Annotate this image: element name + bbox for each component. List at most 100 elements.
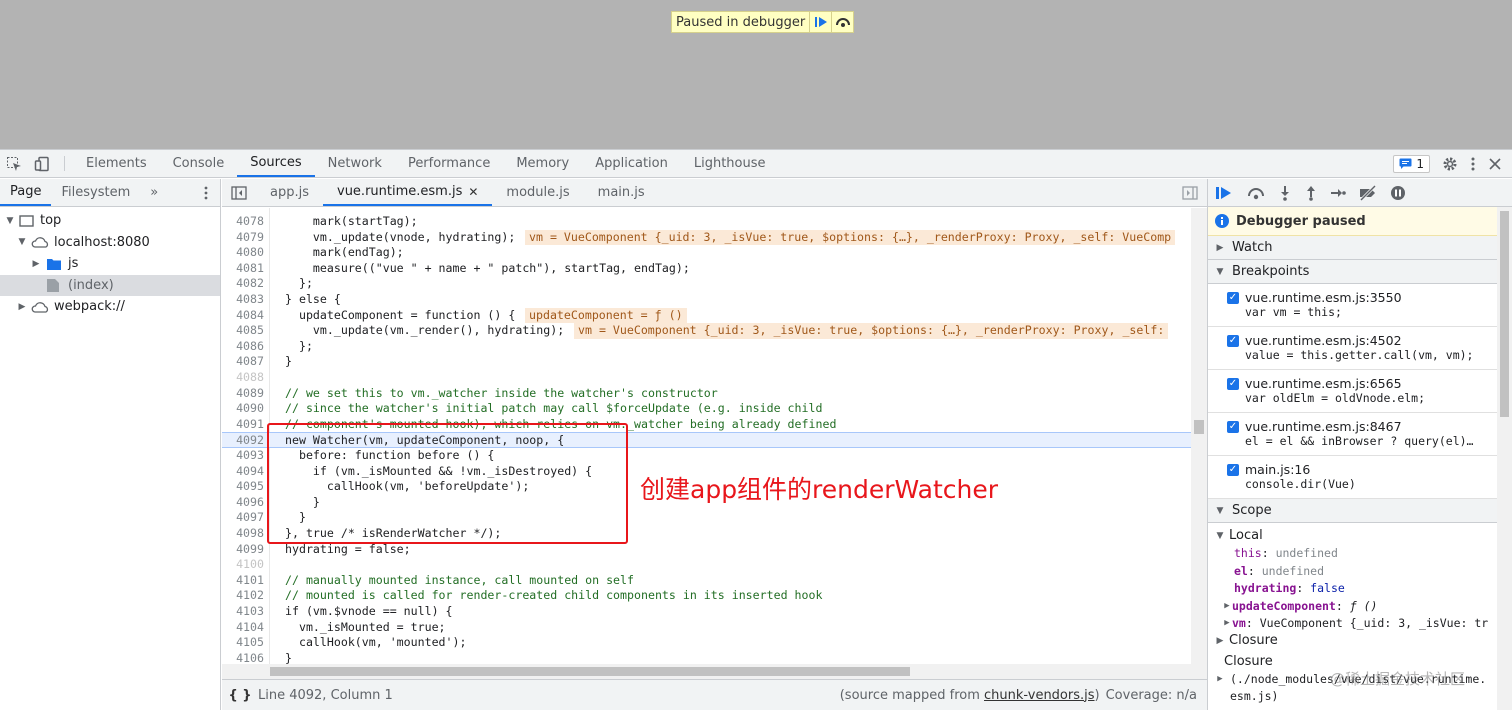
line-number[interactable]: 4098: [222, 526, 264, 542]
issues-button[interactable]: 1: [1393, 154, 1430, 173]
line-number[interactable]: 4103: [222, 604, 264, 620]
breakpoint-checkbox[interactable]: ✓: [1227, 378, 1239, 390]
device-toolbar-button[interactable]: [28, 150, 56, 177]
scope-variable[interactable]: ▶ updateComponent: ƒ (): [1208, 597, 1512, 615]
scope-section-header[interactable]: ▼ Scope: [1208, 499, 1512, 523]
scope-variable[interactable]: this: undefined: [1208, 545, 1512, 563]
line-number[interactable]: 4093: [222, 448, 264, 464]
expand-arrow-icon[interactable]: ▼: [4, 216, 16, 226]
code-line[interactable]: 4082 };: [222, 276, 1191, 292]
expand-arrow-icon[interactable]: ▶: [1222, 601, 1232, 611]
scope-closure-header[interactable]: ▶ Closure: [1208, 632, 1512, 650]
code-line[interactable]: 4106}: [222, 651, 1191, 664]
step-icon[interactable]: [1330, 185, 1346, 201]
code-line[interactable]: 4087}: [222, 354, 1191, 370]
step-over-button[interactable]: [831, 12, 853, 32]
file-tab-app-js[interactable]: app.js: [256, 179, 323, 206]
breakpoint-checkbox[interactable]: ✓: [1227, 421, 1239, 433]
gear-icon[interactable]: [1442, 156, 1458, 172]
watch-section-header[interactable]: ▶ Watch: [1208, 236, 1512, 260]
tree-item-webpack[interactable]: ▶ webpack://: [0, 296, 220, 318]
deactivate-breakpoints-icon[interactable]: [1358, 184, 1378, 201]
tab-sources[interactable]: Sources: [237, 150, 315, 177]
tree-item-js[interactable]: ▶ js: [0, 253, 220, 275]
tab-network[interactable]: Network: [315, 150, 395, 177]
line-number[interactable]: 4083: [222, 292, 264, 308]
file-tab-main-js[interactable]: main.js: [584, 179, 659, 206]
line-number[interactable]: 4085: [222, 323, 264, 339]
code-line[interactable]: 4100: [222, 557, 1191, 573]
code-horizontal-scrollbar[interactable]: [222, 664, 1207, 679]
code-line[interactable]: 4084 updateComponent = function () {upda…: [222, 307, 1191, 324]
source-map-link[interactable]: chunk-vendors.js: [984, 688, 1095, 703]
tab-elements[interactable]: Elements: [73, 150, 160, 177]
navigator-menu-button[interactable]: [192, 179, 220, 206]
line-number[interactable]: 4089: [222, 386, 264, 402]
breakpoint-item[interactable]: ✓ vue.runtime.esm.js:8467 el = el && inBro…: [1208, 413, 1512, 456]
scope-variable[interactable]: hydrating: false: [1208, 580, 1512, 598]
line-number[interactable]: 4095: [222, 479, 264, 495]
code-line[interactable]: 4078 mark(startTag);: [222, 214, 1191, 230]
code-line[interactable]: 4104 vm._isMounted = true;: [222, 620, 1191, 636]
code-line[interactable]: 4103 if (vm.$vnode == null) {: [222, 604, 1191, 620]
breakpoint-item[interactable]: ✓ main.js:16 console.dir(Vue): [1208, 456, 1512, 499]
expand-arrow-icon[interactable]: ▶: [16, 302, 28, 312]
line-number[interactable]: 4092: [222, 433, 264, 449]
collapse-arrow-icon[interactable]: ▶: [1214, 674, 1226, 684]
scope-variable[interactable]: ▶ vm: VueComponent {_uid: 3, _isVue: tr: [1208, 615, 1512, 633]
code-line[interactable]: 4089 // we set this to vm._watcher inside…: [222, 386, 1191, 402]
line-number[interactable]: 4099: [222, 542, 264, 558]
expand-arrow-icon[interactable]: ▶: [30, 259, 42, 269]
tab-memory[interactable]: Memory: [503, 150, 582, 177]
code-line[interactable]: 4085 vm._update(vm._render(), hydrating)…: [222, 323, 1191, 339]
navigator-tab-page[interactable]: Page: [0, 179, 52, 206]
line-number[interactable]: 4090: [222, 401, 264, 417]
line-number[interactable]: 4100: [222, 557, 264, 573]
tab-performance[interactable]: Performance: [395, 150, 503, 177]
code-line[interactable]: 4083} else {: [222, 292, 1191, 308]
scope-variable[interactable]: el: undefined: [1208, 562, 1512, 580]
scrollbar-thumb[interactable]: [1500, 211, 1509, 417]
tab-application[interactable]: Application: [582, 150, 681, 177]
toggle-navigator-button[interactable]: [222, 179, 256, 206]
scope-local-header[interactable]: ▼ Local: [1208, 527, 1512, 545]
code-vertical-scrollbar[interactable]: [1191, 208, 1207, 664]
breakpoint-item[interactable]: ✓ vue.runtime.esm.js:4502 value = this.get…: [1208, 327, 1512, 370]
navigator-tab-filesystem[interactable]: Filesystem: [51, 179, 140, 206]
close-tab-icon[interactable]: ✕: [468, 185, 478, 199]
code-line[interactable]: 4090 // since the watcher's initial patch…: [222, 401, 1191, 417]
breakpoint-checkbox[interactable]: ✓: [1227, 292, 1239, 304]
line-number[interactable]: 4106: [222, 651, 264, 664]
inspect-element-button[interactable]: [0, 150, 28, 177]
line-number[interactable]: 4094: [222, 464, 264, 480]
line-number[interactable]: 4104: [222, 620, 264, 636]
code-line[interactable]: 4081 measure(("vue " + name + " patch"),…: [222, 261, 1191, 277]
tab-console[interactable]: Console: [160, 150, 238, 177]
tree-item-top[interactable]: ▼ top: [0, 210, 220, 232]
breakpoint-item[interactable]: ✓ vue.runtime.esm.js:6565 var oldElm = old…: [1208, 370, 1512, 413]
line-number[interactable]: 4105: [222, 635, 264, 651]
tab-lighthouse[interactable]: Lighthouse: [681, 150, 779, 177]
more-options-icon[interactable]: [1470, 156, 1476, 172]
line-number[interactable]: 4096: [222, 495, 264, 511]
line-number[interactable]: 4091: [222, 417, 264, 433]
scrollbar-thumb[interactable]: [1194, 420, 1204, 434]
step-over-icon[interactable]: [1246, 185, 1266, 201]
tree-item-localhost[interactable]: ▼ localhost:8080: [0, 232, 220, 254]
breakpoint-checkbox[interactable]: ✓: [1227, 335, 1239, 347]
close-icon[interactable]: [1488, 157, 1502, 171]
expand-arrow-icon[interactable]: ▶: [1222, 618, 1232, 628]
code-line[interactable]: 4088: [222, 370, 1191, 386]
tree-item-index[interactable]: (index): [0, 274, 220, 296]
line-number[interactable]: 4081: [222, 261, 264, 277]
line-number[interactable]: 4082: [222, 276, 264, 292]
line-number[interactable]: 4087: [222, 354, 264, 370]
pause-on-exceptions-icon[interactable]: [1390, 185, 1406, 201]
line-number[interactable]: 4102: [222, 588, 264, 604]
code-line[interactable]: 4105 callHook(vm, 'mounted');: [222, 635, 1191, 651]
scrollbar-thumb[interactable]: [270, 667, 910, 676]
code-line[interactable]: 4080 mark(endTag);: [222, 245, 1191, 261]
line-number[interactable]: 4084: [222, 308, 264, 324]
file-tab-module-js[interactable]: module.js: [492, 179, 583, 206]
step-out-icon[interactable]: [1304, 185, 1318, 201]
